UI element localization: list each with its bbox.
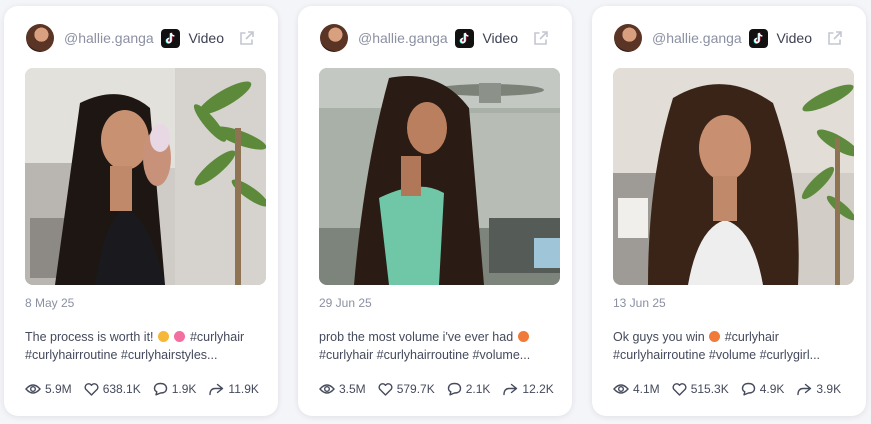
video-thumbnail[interactable] (319, 68, 560, 285)
video-thumbnail[interactable] (25, 68, 266, 285)
tiktok-icon (161, 28, 181, 48)
comment-bubble-icon (447, 382, 461, 396)
blushing-emoji-icon (158, 331, 169, 342)
post-date: 13 Jun 25 (613, 296, 666, 310)
avatar[interactable] (320, 24, 348, 52)
caption-hashtags: #curlyhairroutine #curlyhairstyles... (25, 348, 218, 362)
tiktok-icon (749, 28, 769, 48)
share-arrow-icon (209, 383, 224, 395)
post-caption: The process is worth it! #curlyhair #cur… (25, 328, 261, 364)
shares-stat: 12.2K (502, 382, 554, 396)
shares-count: 11.9K (228, 382, 259, 396)
media-type-label: Video (776, 30, 812, 46)
engagement-stats: 4.1M 515.3K 4.9K 3.9K (613, 382, 853, 396)
kissing-face-emoji-icon (709, 331, 721, 342)
caption-hashtags: #curlyhair #curlyhairroutine #volume... (319, 348, 531, 362)
post-caption: Ok guys you win #curlyhair #curlyhairrou… (613, 328, 849, 364)
heart-icon (84, 382, 99, 396)
views-count: 4.1M (633, 382, 660, 396)
kissing-face-emoji-icon (517, 331, 529, 342)
views-count: 3.5M (339, 382, 366, 396)
external-link-icon[interactable] (532, 29, 550, 47)
post-card[interactable]: @hallie.ganga Video 13 Jun 25 Ok guys yo… (592, 6, 866, 416)
caption-text: prob the most volume i've ever had (319, 330, 514, 344)
caption-hashtags: #curlyhairroutine #volume #curlygirl... (613, 348, 821, 362)
shares-stat: 3.9K (796, 382, 841, 396)
views-count: 5.9M (45, 382, 72, 396)
shares-count: 3.9K (816, 382, 842, 396)
post-card[interactable]: @hallie.ganga Video 29 Jun 25 prob the m… (298, 6, 572, 416)
external-link-icon[interactable] (238, 29, 256, 47)
comments-stat: 1.9K (153, 382, 197, 396)
card-header: @hallie.ganga Video (26, 23, 256, 53)
media-type-label: Video (188, 30, 224, 46)
share-arrow-icon (797, 383, 812, 395)
engagement-stats: 3.5M 579.7K 2.1K 12.2K (319, 382, 566, 396)
comments-stat: 4.9K (741, 382, 785, 396)
comments-count: 2.1K (465, 382, 491, 396)
eye-icon (613, 384, 629, 394)
comment-bubble-icon (153, 382, 167, 396)
likes-stat: 515.3K (672, 382, 729, 396)
post-date: 29 Jun 25 (319, 296, 372, 310)
caption-text: The process is worth it! (25, 330, 154, 344)
caption-hashtag: #curlyhair (189, 330, 245, 344)
avatar[interactable] (614, 24, 642, 52)
likes-stat: 579.7K (378, 382, 435, 396)
heart-icon (672, 382, 687, 396)
heart-icon (378, 382, 393, 396)
avatar[interactable] (26, 24, 54, 52)
creator-handle[interactable]: @hallie.ganga (358, 30, 455, 46)
comments-count: 1.9K (171, 382, 197, 396)
share-arrow-icon (503, 383, 518, 395)
two-hearts-emoji-icon (174, 331, 186, 342)
comment-bubble-icon (741, 382, 755, 396)
views-stat: 4.1M (613, 382, 660, 396)
eye-icon (319, 384, 335, 394)
engagement-stats: 5.9M 638.1K 1.9K 11.9K (25, 382, 271, 396)
external-link-icon[interactable] (826, 29, 844, 47)
card-header: @hallie.ganga Video (320, 23, 550, 53)
shares-count: 12.2K (522, 382, 554, 396)
media-type-label: Video (482, 30, 518, 46)
eye-icon (25, 384, 41, 394)
likes-stat: 638.1K (84, 382, 141, 396)
caption-text: Ok guys you win (613, 330, 705, 344)
views-stat: 5.9M (25, 382, 72, 396)
comments-stat: 2.1K (447, 382, 491, 396)
post-caption: prob the most volume i've ever had #curl… (319, 328, 555, 364)
views-stat: 3.5M (319, 382, 366, 396)
card-header: @hallie.ganga Video (614, 23, 844, 53)
post-date: 8 May 25 (25, 296, 75, 310)
caption-hashtag: #curlyhair (724, 330, 779, 344)
creator-handle[interactable]: @hallie.ganga (64, 30, 161, 46)
likes-count: 515.3K (690, 382, 729, 396)
likes-count: 638.1K (102, 382, 141, 396)
shares-stat: 11.9K (208, 382, 259, 396)
creator-handle[interactable]: @hallie.ganga (652, 30, 749, 46)
comments-count: 4.9K (759, 382, 785, 396)
likes-count: 579.7K (396, 382, 435, 396)
post-card[interactable]: @hallie.ganga Video 8 May 25 The process… (4, 6, 278, 416)
video-thumbnail[interactable] (613, 68, 854, 285)
tiktok-icon (455, 28, 475, 48)
